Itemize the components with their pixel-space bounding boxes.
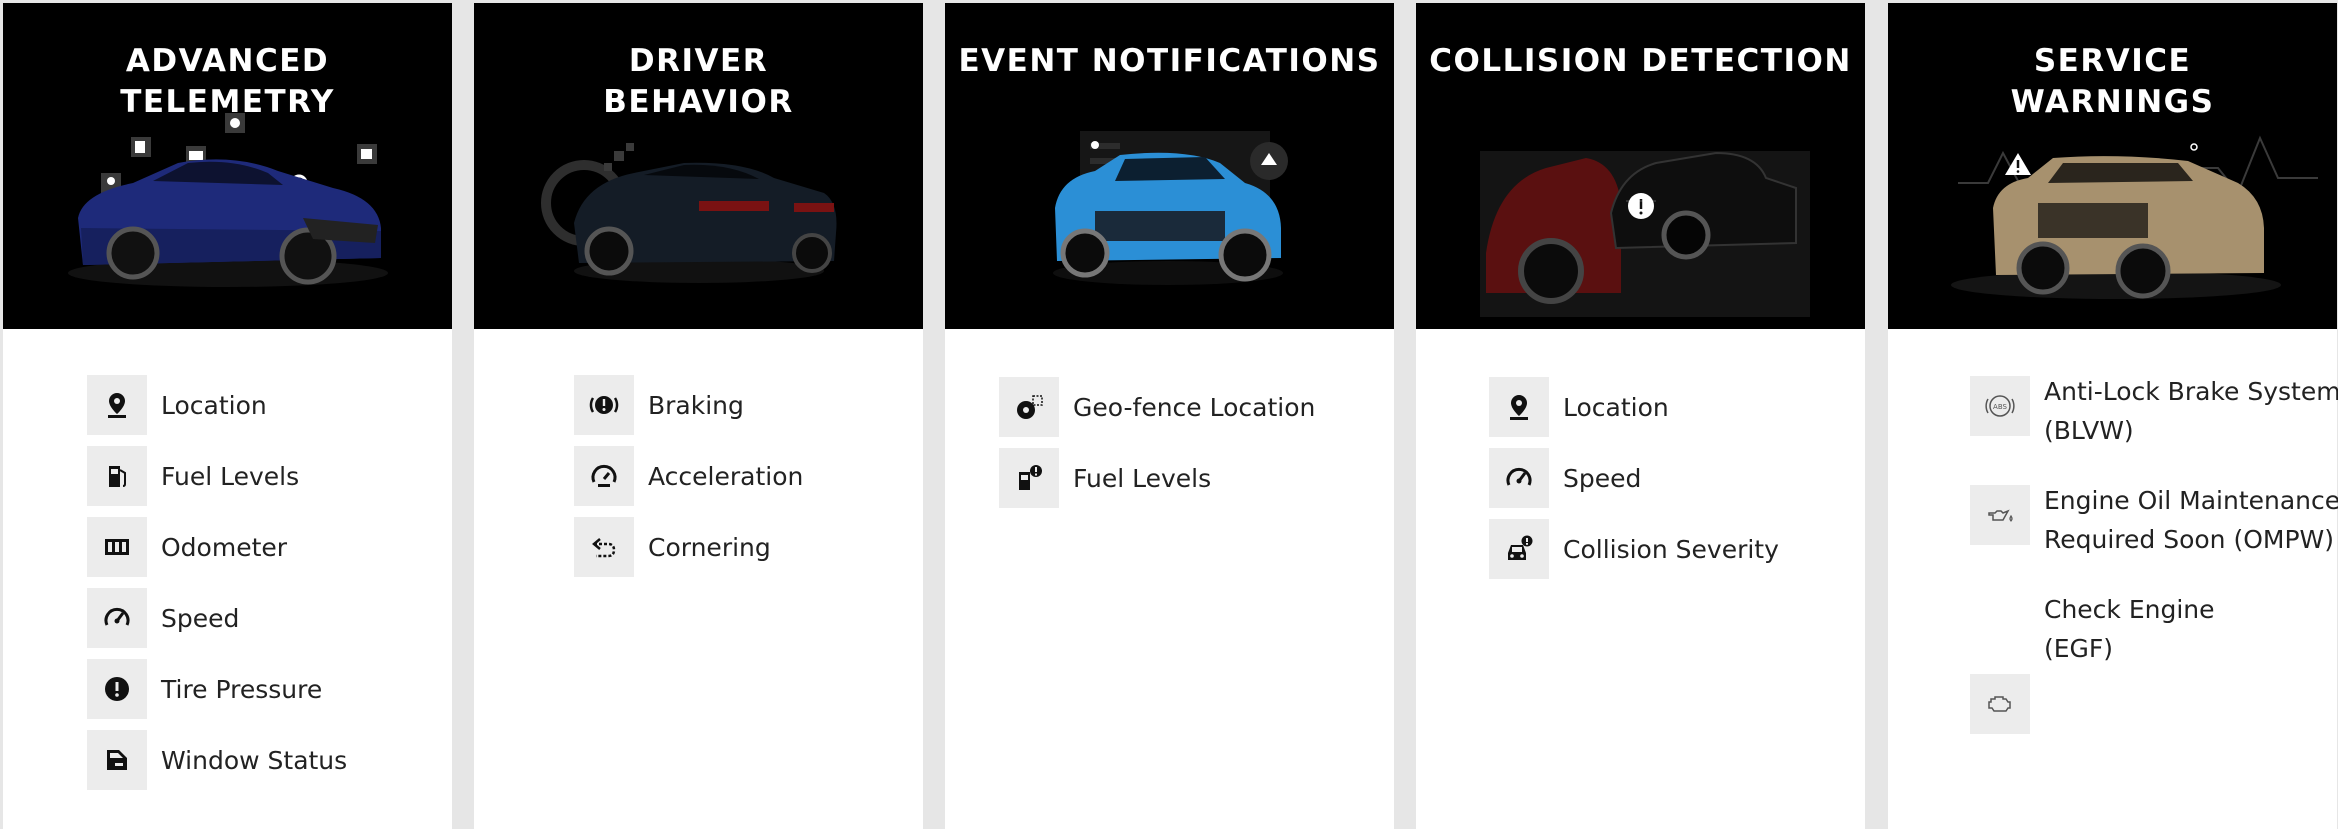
card-event-notifications: EVENT NOTIFICATIONS Geo-fence Location F… [945, 3, 1394, 829]
title-line: BEHAVIOR [603, 84, 794, 120]
feature-label: Odometer [161, 532, 288, 562]
card-advanced-telemetry: ADVANCED TELEMETRY Location Fuel Levels … [3, 3, 452, 829]
feature-odometer: Odometer [87, 517, 287, 577]
card-title: EVENT NOTIFICATIONS [958, 43, 1381, 79]
card-service-warnings: SERVICE WARNINGS ABS Anti-Lock Brake Sys… [1888, 3, 2338, 829]
fuel-pump-icon [87, 446, 147, 506]
feature-speed: Speed [1489, 448, 1641, 508]
feature-label: Cornering [648, 532, 771, 562]
card-header: COLLISION DETECTION [1416, 3, 1865, 329]
feature-label-line: Required Soon (OMPW) [2044, 525, 2335, 554]
feature-label-line: (EGF) [2044, 634, 2114, 663]
feature-geo-fence-location: Geo-fence Location [999, 377, 1315, 437]
feature-location: Location [87, 375, 267, 435]
odometer-icon [87, 517, 147, 577]
feature-label-line: Engine Oil Maintenance [2044, 486, 2338, 515]
feature-label: Collision Severity [1563, 534, 1779, 564]
feature-label-line: Check Engine [2044, 595, 2215, 624]
card-header: ADVANCED TELEMETRY [3, 3, 452, 329]
card-title: COLLISION DETECTION [1429, 43, 1852, 79]
feature-location: Location [1489, 377, 1669, 437]
feature-label: Geo-fence Location [1073, 392, 1316, 422]
card-title: DRIVER BEHAVIOR [484, 41, 913, 123]
fuel-alert-icon [999, 448, 1059, 508]
feature-window-status: Window Status [87, 730, 347, 790]
acceleration-gauge-icon [574, 446, 634, 506]
feature-label: Location [1563, 392, 1669, 422]
abs-icon: ABS [1970, 376, 2030, 436]
feature-speed: Speed [87, 588, 239, 648]
feature-collision-severity: Collision Severity [1489, 519, 1779, 579]
card-title: ADVANCED TELEMETRY [120, 43, 335, 120]
feature-label: Fuel Levels [1073, 463, 1212, 493]
feature-label: Acceleration [648, 461, 804, 491]
feature-tire-pressure: Tire Pressure [87, 659, 322, 719]
window-icon [87, 730, 147, 790]
feature-label: Window Status [161, 745, 348, 775]
title-line: SERVICE [2033, 43, 2192, 79]
feature-fuel-levels: Fuel Levels [87, 446, 299, 506]
card-collision-detection: COLLISION DETECTION Location Speed Colli… [1416, 3, 1865, 829]
feature-label: Fuel Levels [161, 461, 300, 491]
feature-label-line: (BLVW) [2044, 416, 2134, 445]
tire-pressure-icon [87, 659, 147, 719]
feature-braking: Braking [574, 375, 744, 435]
card-title: SERVICE WARNINGS [1898, 41, 2327, 123]
card-header: SERVICE WARNINGS [1888, 3, 2337, 329]
feature-cornering: Cornering [574, 517, 771, 577]
braking-icon [574, 375, 634, 435]
feature-label: Speed [1563, 463, 1642, 493]
card-header: EVENT NOTIFICATIONS [945, 3, 1394, 329]
feature-fuel-levels: Fuel Levels [999, 448, 1211, 508]
title-line: WARNINGS [2010, 84, 2215, 120]
svg-text:ABS: ABS [1993, 403, 2007, 411]
cornering-arrow-icon [574, 517, 634, 577]
oil-can-icon [1970, 485, 2030, 545]
card-header: DRIVER BEHAVIOR [474, 3, 923, 329]
feature-acceleration: Acceleration [574, 446, 803, 506]
collision-car-icon [1489, 519, 1549, 579]
feature-label: Speed [161, 603, 240, 633]
feature-label: Tire Pressure [161, 674, 323, 704]
location-pin-icon [1489, 377, 1549, 437]
location-pin-icon [87, 375, 147, 435]
feature-label-line: Anti-Lock Brake System [2044, 377, 2338, 406]
card-driver-behavior: DRIVER BEHAVIOR Braking Acceleration Cor… [474, 3, 923, 829]
check-engine-icon [1970, 674, 2030, 734]
speedometer-icon [1489, 448, 1549, 508]
feature-label: Location [161, 390, 267, 420]
geo-fence-icon [999, 377, 1059, 437]
feature-label: Braking [648, 390, 744, 420]
speedometer-icon [87, 588, 147, 648]
title-line: DRIVER [628, 43, 769, 79]
